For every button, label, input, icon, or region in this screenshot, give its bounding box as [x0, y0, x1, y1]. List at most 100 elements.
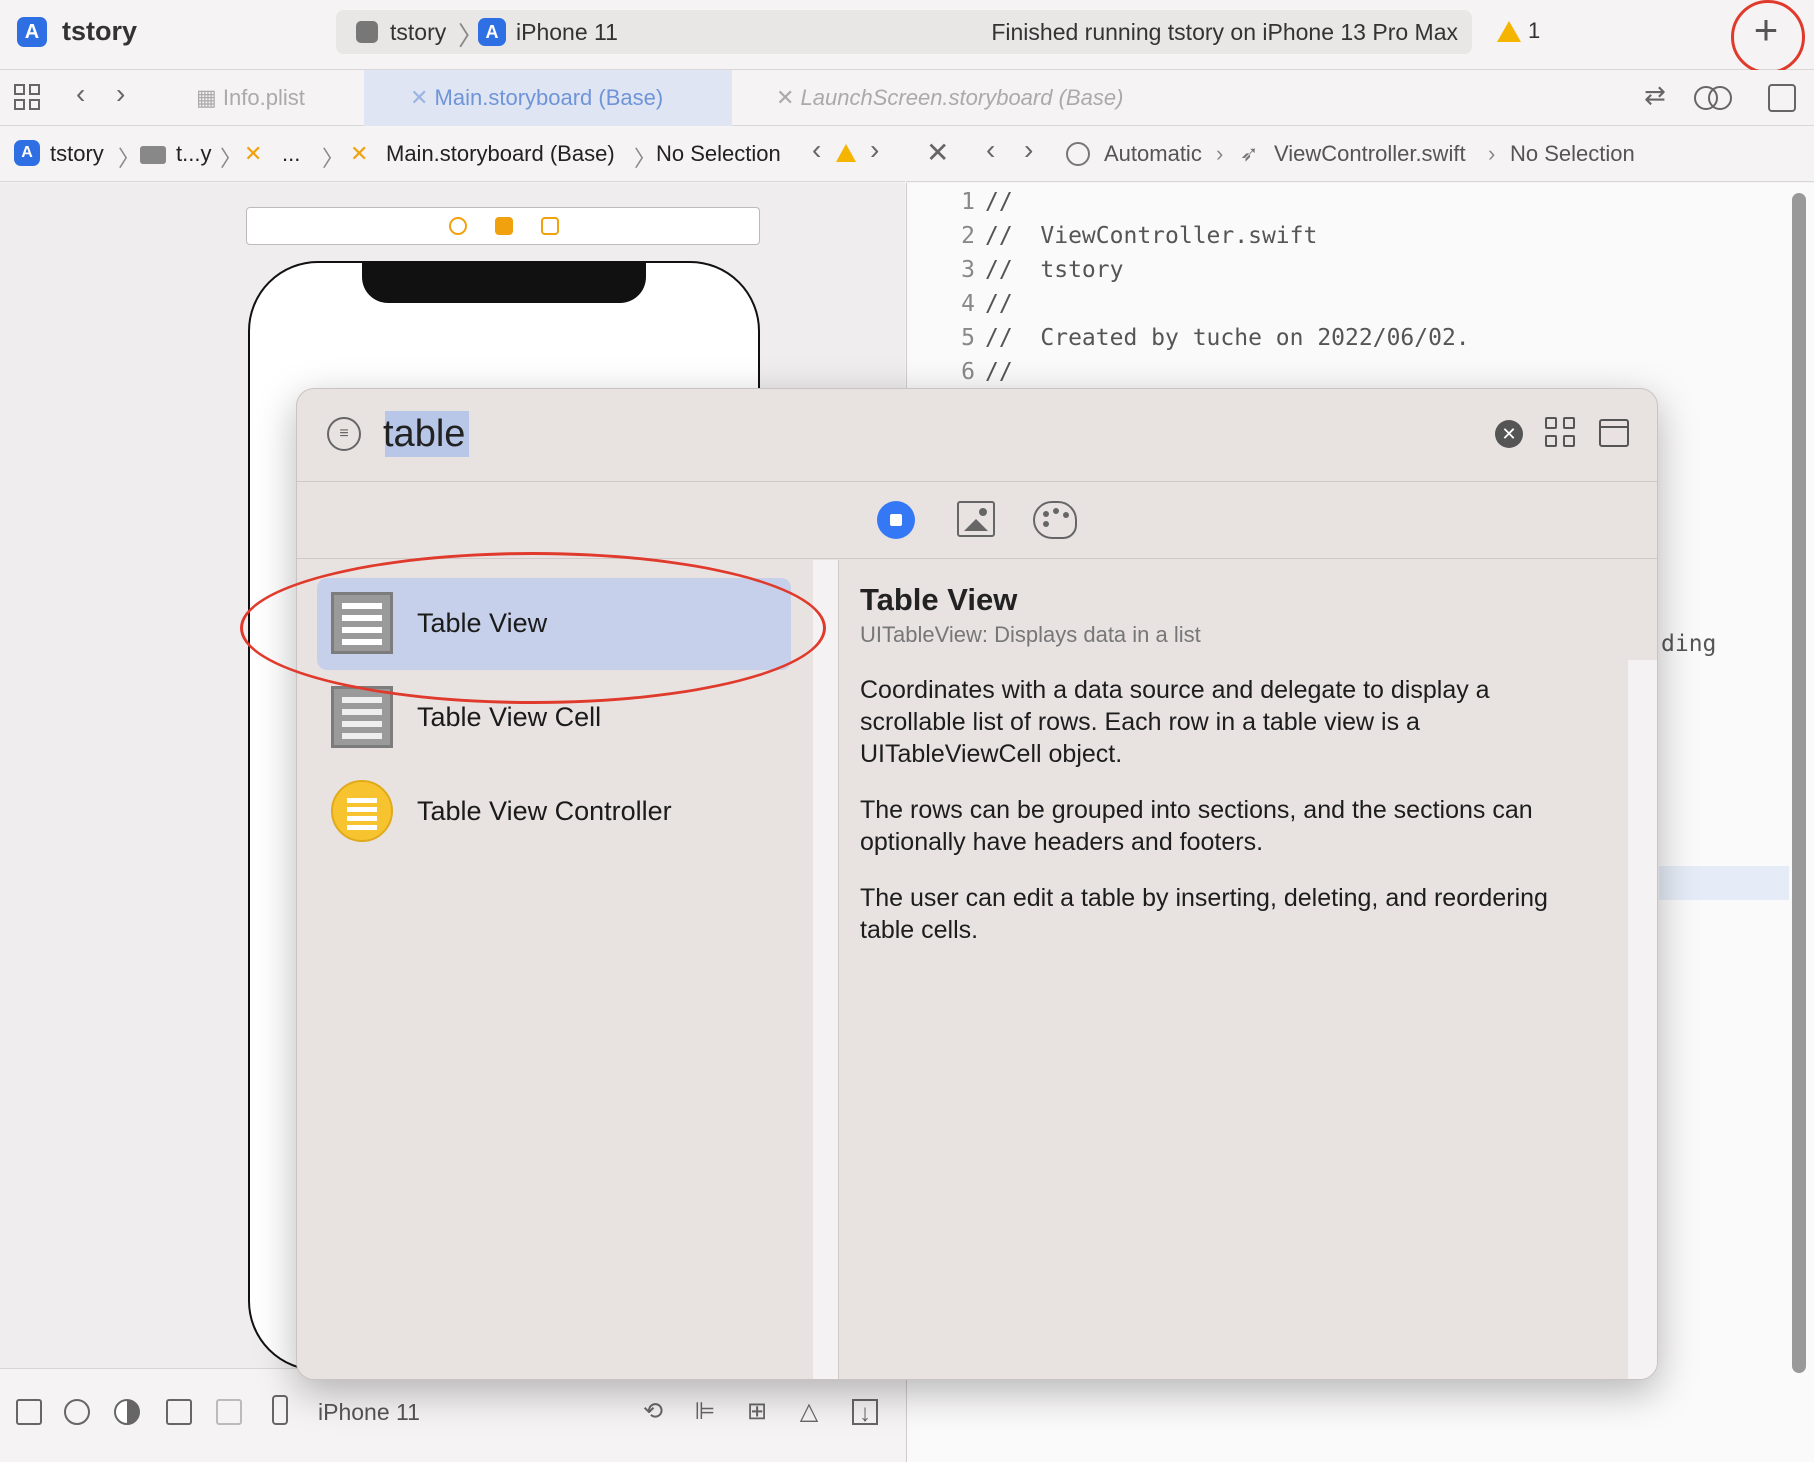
filter-icon[interactable]: ≡ — [327, 417, 361, 451]
tab-main-storyboard[interactable]: ✕ Main.storyboard (Base) — [364, 70, 732, 126]
folder-icon — [140, 146, 166, 164]
back-chevron-icon[interactable]: ‹ — [76, 78, 85, 110]
chevron-right-icon: 〉 — [118, 146, 141, 171]
warning-icon[interactable] — [836, 144, 856, 162]
tab-launchscreen-storyboard[interactable]: ✕ LaunchScreen.storyboard (Base) — [776, 70, 1196, 126]
accessibility-icon[interactable] — [64, 1399, 90, 1425]
align-icon[interactable]: ⊫ — [692, 1399, 718, 1425]
current-line-highlight — [1659, 866, 1789, 900]
code-line[interactable]: 5// Created by tuche on 2022/06/02. — [907, 325, 1470, 359]
detail-paragraph: Coordinates with a data source and deleg… — [860, 676, 1490, 768]
color-library-icon[interactable] — [1033, 501, 1077, 539]
grid-view-icon[interactable] — [1545, 417, 1577, 449]
breadcrumb-ellipsis[interactable]: ... — [282, 141, 300, 167]
add-constraints-icon[interactable]: ⊞ — [744, 1399, 770, 1425]
chevron-right-icon: 〉 — [322, 146, 345, 171]
chevron-right-icon: › — [1488, 141, 1496, 166]
simulator-icon: A — [478, 18, 506, 46]
appearance-icon[interactable] — [114, 1399, 140, 1425]
jump-bar-left: A tstory 〉 t...y 〉 ✕ ... 〉 ✕ Main.storyb… — [0, 126, 905, 182]
view-controller-icon[interactable] — [449, 217, 467, 235]
first-responder-icon[interactable] — [495, 217, 513, 235]
code-line[interactable]: 3// tstory — [907, 257, 1123, 291]
phone-notch — [362, 263, 646, 303]
chevron-right-icon: 〉 — [220, 146, 243, 171]
code-line[interactable]: 4// — [907, 291, 1013, 325]
tab-info-plist[interactable]: ▦ Info.plist — [196, 70, 362, 126]
app-title: tstory — [62, 16, 138, 46]
detail-paragraph: The user can edit a table by inserting, … — [860, 884, 1548, 944]
embed-in-icon[interactable]: ↓ — [852, 1399, 878, 1427]
breadcrumb-selection[interactable]: No Selection — [656, 141, 781, 167]
scheme-selector[interactable]: tstory — [390, 19, 446, 46]
code-line[interactable]: 1// — [907, 189, 1013, 223]
forward-chevron-icon[interactable]: › — [116, 78, 125, 110]
forward-chevron-icon[interactable]: › — [1024, 134, 1033, 166]
table-view-controller-icon — [331, 780, 393, 842]
previous-issue-icon[interactable]: ‹ — [812, 134, 821, 166]
add-editor-icon[interactable] — [1768, 84, 1796, 112]
warning-icon[interactable] — [1497, 21, 1521, 42]
build-status-text: Finished running tstory on iPhone 13 Pro… — [991, 19, 1458, 45]
swap-icon[interactable]: ⇄ — [1644, 80, 1666, 111]
library-category-selector — [297, 483, 1657, 559]
objects-library-icon[interactable] — [877, 501, 915, 539]
swift-icon: ➶ — [1240, 141, 1259, 166]
update-frames-icon[interactable]: ⟲ — [640, 1399, 666, 1425]
activity-view: tstory 〉 A iPhone 11 Finished running ts… — [336, 10, 1472, 54]
chevron-right-icon: 〉 — [634, 146, 657, 171]
storyboard-icon: ✕ — [410, 85, 435, 110]
breadcrumb-folder[interactable]: t...y — [176, 141, 211, 167]
scheme-icon — [356, 21, 378, 43]
table-icon: ▦ — [196, 85, 223, 110]
project-icon: A — [14, 140, 40, 166]
table-view-cell-icon — [331, 686, 393, 748]
detail-subtitle: UITableView: Displays data in a list — [860, 622, 1201, 647]
xcode-app-icon: A — [17, 17, 47, 47]
back-chevron-icon[interactable]: ‹ — [986, 134, 995, 166]
device-selector[interactable]: iPhone 11 — [318, 1399, 420, 1426]
assistant-icon-overlap — [1708, 86, 1732, 110]
warning-count[interactable]: 1 — [1528, 18, 1540, 44]
jump-bar-right: ✕ ‹ › Automatic › ➶ ViewController.swift… — [906, 126, 1814, 182]
detach-window-icon[interactable] — [1599, 419, 1629, 447]
code-line[interactable]: 2// ViewController.swift — [907, 223, 1317, 257]
split-layout-icon[interactable] — [216, 1399, 242, 1425]
next-issue-icon[interactable]: › — [870, 134, 879, 166]
related-items-icon[interactable] — [1066, 142, 1090, 166]
device-icon[interactable] — [272, 1395, 288, 1425]
breadcrumb-file[interactable]: Main.storyboard (Base) — [386, 141, 615, 167]
breadcrumb-project[interactable]: tstory — [50, 141, 104, 167]
sidebar-toggle-icon[interactable] — [16, 1399, 42, 1425]
list-item-label: Table View Controller — [417, 796, 672, 826]
storyboard-icon: ✕ — [776, 85, 801, 110]
list-item-table-view-controller[interactable]: Table View Controller — [317, 766, 791, 858]
object-library-popup: ≡ ✕ Table V — [296, 388, 1658, 1380]
canvas-bottom-bar: iPhone 11 ⟲ ⊫ ⊞ △ ↓ — [0, 1368, 905, 1462]
storyboard-icon: ✕ — [244, 141, 263, 166]
close-icon[interactable]: ✕ — [926, 136, 949, 169]
assistant-mode-selector[interactable]: Automatic — [1104, 141, 1202, 167]
detail-paragraph: The rows can be grouped into sections, a… — [860, 796, 1533, 856]
resolve-issues-icon[interactable]: △ — [796, 1399, 822, 1425]
window-toolbar: A tstory tstory 〉 A iPhone 11 Finished r… — [0, 0, 1814, 74]
detail-title: Table View — [860, 582, 1018, 617]
library-detail-pane: Table View UITableView: Displays data in… — [840, 560, 1657, 1379]
library-search-input[interactable] — [383, 409, 1083, 459]
list-scroll-gutter — [813, 560, 839, 1379]
clear-search-icon[interactable]: ✕ — [1495, 420, 1523, 448]
vertical-scrollbar[interactable] — [1792, 193, 1806, 1373]
scene-dock[interactable] — [246, 207, 760, 245]
grid-layout-icon[interactable] — [14, 84, 42, 112]
media-library-icon[interactable] — [957, 501, 995, 537]
library-search-row: ≡ ✕ — [297, 389, 1657, 482]
exit-icon[interactable] — [541, 217, 559, 235]
chevron-right-icon: › — [1216, 141, 1224, 166]
breadcrumb-swift-file[interactable]: ViewController.swift — [1274, 141, 1466, 167]
destination-selector[interactable]: iPhone 11 — [516, 19, 618, 46]
detail-scroll-gutter — [1628, 660, 1657, 1379]
breadcrumb-selection[interactable]: No Selection — [1510, 141, 1635, 167]
annotation-ellipse — [240, 552, 826, 704]
orientation-icon[interactable] — [166, 1399, 192, 1425]
annotation-circle — [1731, 0, 1805, 74]
